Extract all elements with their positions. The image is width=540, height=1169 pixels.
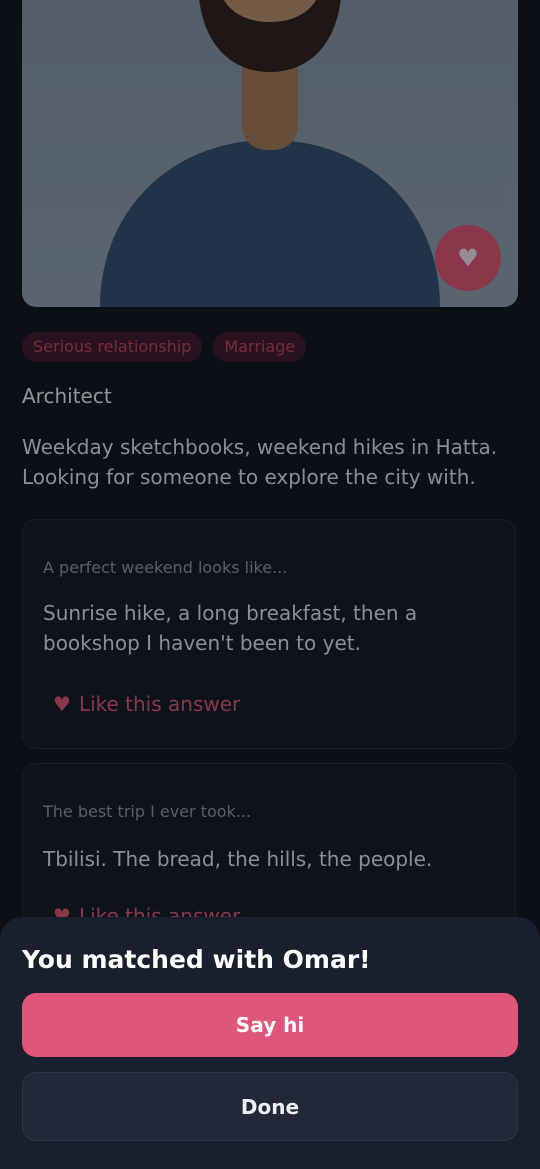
match-title: You matched with Omar!: [22, 945, 371, 974]
match-screen: ♥ Serious relationship Marriage Architec…: [0, 0, 540, 1169]
like-photo-button[interactable]: ♥: [435, 225, 501, 291]
intent-chip-serious-relationship: Serious relationship: [22, 332, 203, 362]
intent-chip-marriage: Marriage: [213, 332, 307, 362]
say-hi-button[interactable]: Say hi: [22, 993, 518, 1057]
like-answer-button[interactable]: ♥ Like this answer: [53, 692, 240, 716]
intent-chips: Serious relationship Marriage: [22, 332, 307, 362]
like-answer-label: Like this answer: [78, 692, 241, 716]
prompt-question: A perfect weekend looks like...: [43, 558, 288, 577]
match-bottom-sheet: You matched with Omar! Say hi Done: [0, 917, 540, 1169]
bio-text: Weekday sketchbooks, weekend hikes in Ha…: [22, 435, 498, 489]
prompt-card: A perfect weekend looks like... Sunrise …: [22, 519, 516, 749]
prompt-answer: Tbilisi. The bread, the hills, the peopl…: [43, 847, 433, 871]
occupation-text: Architect: [22, 384, 112, 408]
heart-icon: ♥: [53, 692, 71, 716]
prompt-answer: Sunrise hike, a long breakfast, then a b…: [43, 601, 418, 655]
done-button[interactable]: Done: [22, 1072, 518, 1141]
heart-icon: ♥: [457, 244, 479, 272]
prompt-question: The best trip I ever took...: [43, 802, 252, 821]
